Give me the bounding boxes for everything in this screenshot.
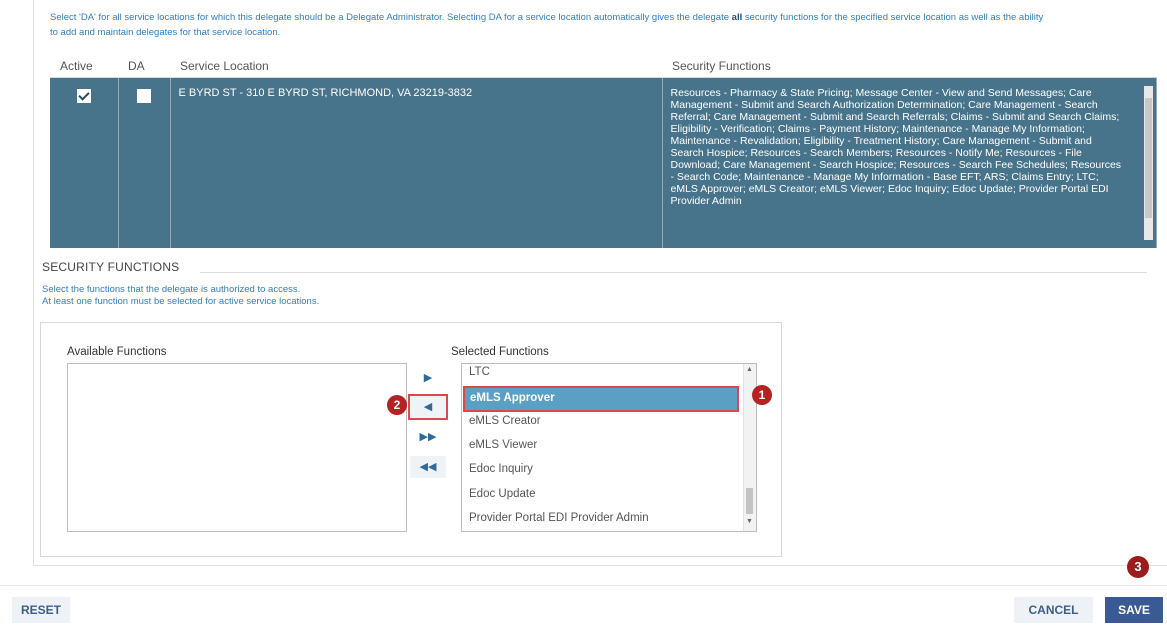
list-item[interactable]: LTC [469,366,490,378]
available-functions-label: Available Functions [67,346,167,358]
info-text-part1: Select 'DA' for all service locations fo… [50,12,732,23]
move-right-button[interactable]: ▶ [410,367,446,389]
footer-divider [0,585,1167,586]
selected-functions-label: Selected Functions [451,346,549,358]
security-functions-value: Resources - Pharmacy & State Pricing; Me… [670,87,1122,207]
list-item[interactable]: Edoc Inquiry [469,463,533,475]
header-security-functions: Security Functions [662,55,1157,78]
functions-scrollbar[interactable] [1144,86,1153,240]
double-arrow-right-icon: ▶▶ [419,431,437,443]
scroll-down-icon[interactable]: ▼ [746,518,753,525]
selected-functions-list[interactable]: LTC eMLS Approver eMLS Creator eMLS View… [461,363,757,532]
step-badge-3: 3 [1127,556,1149,578]
arrow-right-icon: ▶ [423,372,433,384]
da-info-text: Select 'DA' for all service locations fo… [50,10,1050,40]
list-item[interactable]: Edoc Update [469,488,536,500]
info-text-bold: all [731,12,743,23]
reset-button[interactable]: RESET [12,597,70,623]
list-item[interactable]: Provider Portal EDI Provider Admin [469,512,649,524]
move-left-button[interactable]: ◀ [408,394,448,420]
security-functions-cell: Resources - Pharmacy & State Pricing; Me… [662,77,1157,248]
list-item[interactable]: eMLS Viewer [469,439,537,451]
cancel-button[interactable]: CANCEL [1014,597,1093,623]
desc-line-2: At least one function must be selected f… [42,296,320,307]
desc-line-1: Select the functions that the delegate i… [42,284,301,295]
move-all-left-button[interactable]: ◀◀ [410,456,446,478]
header-da: DA [118,55,170,78]
scroll-up-icon[interactable]: ▲ [746,366,753,373]
table-row[interactable]: E BYRD ST - 310 E BYRD ST, RICHMOND, VA … [50,77,1157,248]
security-functions-description: Select the functions that the delegate i… [42,284,319,308]
header-active: Active [50,55,118,78]
security-functions-text: Resources - Pharmacy & State Pricing; Me… [663,78,1157,248]
scrollbar-thumb[interactable] [1145,98,1152,218]
da-cell [118,77,171,248]
header-service-location: Service Location [170,55,662,78]
table-header-row: Active DA Service Location Security Func… [50,55,1157,78]
service-location-table: Active DA Service Location Security Func… [50,55,1157,248]
active-cell [50,77,119,248]
step-badge-2: 2 [387,395,407,415]
move-all-right-button[interactable]: ▶▶ [410,426,446,448]
available-functions-list[interactable] [67,363,407,532]
list-item[interactable]: eMLS Creator [469,415,541,427]
service-location-text: E BYRD ST - 310 E BYRD ST, RICHMOND, VA … [178,87,473,99]
service-location-cell: E BYRD ST - 310 E BYRD ST, RICHMOND, VA … [170,77,663,248]
double-arrow-left-icon: ◀◀ [419,461,437,473]
scrollbar-thumb[interactable] [746,488,753,514]
step-badge-1: 1 [752,385,772,405]
active-checkbox[interactable] [76,89,91,103]
save-button[interactable]: SAVE [1105,597,1163,623]
section-divider [200,272,1147,273]
arrow-left-icon: ◀ [423,401,433,413]
list-item-selected[interactable]: eMLS Approver [463,386,739,412]
da-checkbox[interactable] [137,89,151,103]
selected-item-label: eMLS Approver [470,392,555,404]
security-functions-title: SECURITY FUNCTIONS [42,260,180,274]
